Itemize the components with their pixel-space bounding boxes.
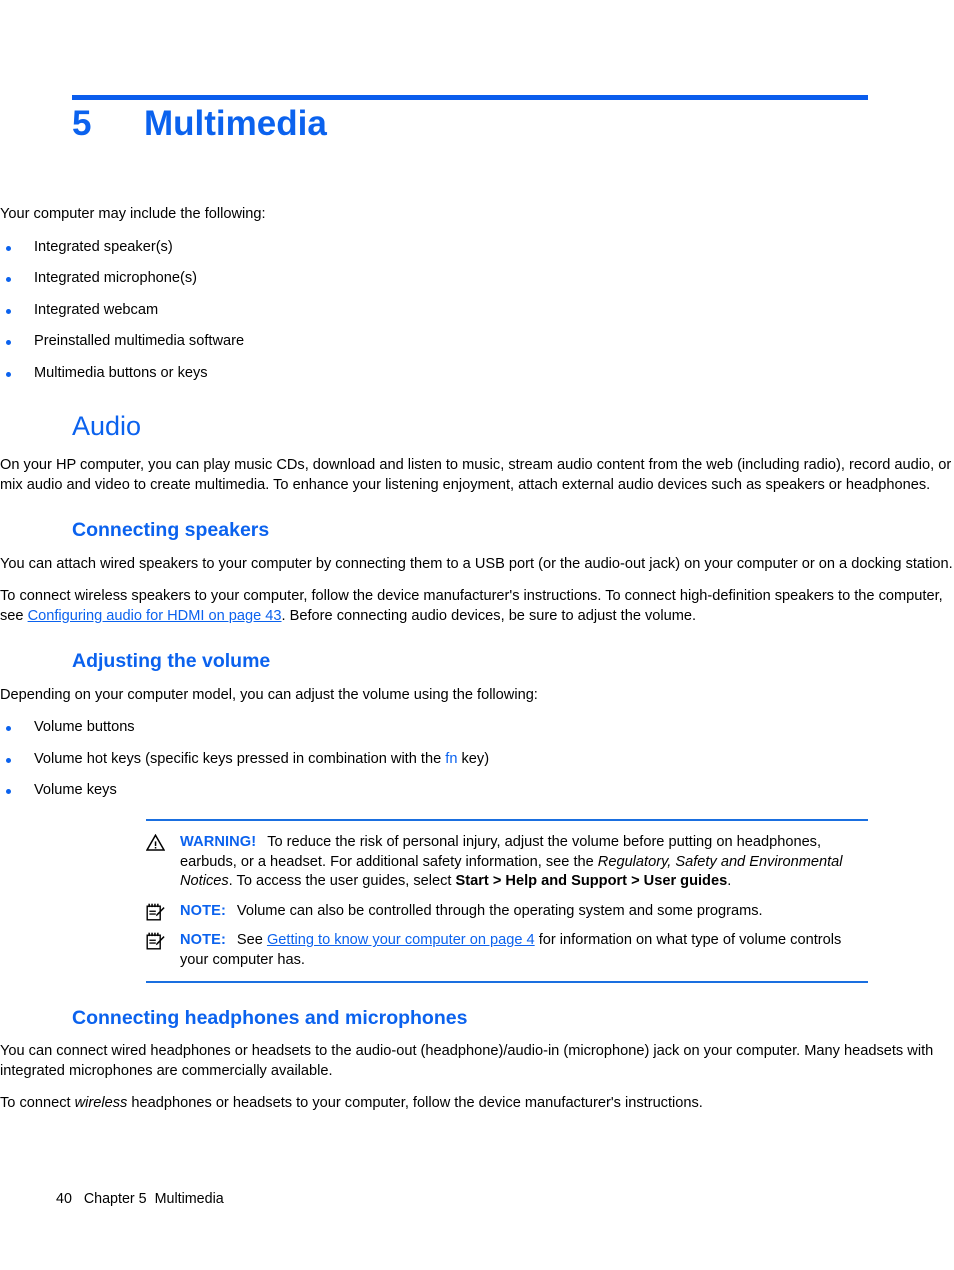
chapter-number: 5 bbox=[72, 104, 92, 143]
note-text: Volume can also be controlled through th… bbox=[236, 902, 763, 919]
text-fragment: To connect bbox=[0, 1095, 75, 1112]
intro-feature-list: Integrated speaker(s) Integrated microph… bbox=[0, 238, 954, 384]
intro-lead-paragraph: Your computer may include the following: bbox=[0, 206, 266, 222]
connecting-headphones-paragraph-1: You can connect wired headphones or head… bbox=[0, 1043, 934, 1079]
list-item: Volume hot keys (specific keys pressed i… bbox=[0, 750, 954, 770]
text-fragment: See bbox=[236, 932, 267, 949]
text-fragment: . bbox=[727, 873, 732, 890]
section-heading-adjusting-volume: Adjusting the volume bbox=[72, 650, 271, 673]
text-fragment: headphones or headsets to your computer,… bbox=[127, 1095, 703, 1112]
chapter-header: 5 Multimedia bbox=[72, 104, 872, 144]
link-configuring-audio-hdmi[interactable]: Configuring audio for HDMI on page 43 bbox=[28, 608, 282, 624]
note-label: NOTE: bbox=[180, 902, 226, 919]
warning-triangle-icon bbox=[145, 833, 168, 853]
callout-group: WARNING! To reduce the risk of personal i… bbox=[145, 819, 868, 983]
fn-key-label: fn bbox=[445, 750, 458, 767]
section-heading-connecting-headphones: Connecting headphones and microphones bbox=[72, 1006, 468, 1029]
list-item: Volume buttons bbox=[0, 718, 954, 738]
menu-path-text: Start > Help and Support > User guides bbox=[455, 873, 728, 890]
warning-label: WARNING! bbox=[180, 834, 257, 851]
page-title: Multimedia bbox=[144, 104, 327, 143]
note-callout-2: NOTE: See Getting to know your computer o… bbox=[146, 931, 868, 970]
note-callout-1: NOTE: Volume can also be controlled throu… bbox=[146, 902, 868, 922]
section-heading-audio: Audio bbox=[72, 410, 142, 441]
note-label: NOTE: bbox=[180, 932, 226, 949]
list-item: Preinstalled multimedia software bbox=[0, 332, 954, 352]
warning-callout: WARNING! To reduce the risk of personal i… bbox=[145, 833, 868, 892]
footer-page-number: 40 bbox=[56, 1191, 72, 1207]
text-fragment: . To access the user guides, select bbox=[228, 873, 456, 890]
chapter-top-rule bbox=[72, 95, 868, 100]
document-page: 5 Multimedia Your computer may include t… bbox=[0, 0, 954, 1270]
wireless-emphasis: wireless bbox=[74, 1095, 128, 1112]
list-item: Integrated speaker(s) bbox=[0, 238, 954, 258]
link-getting-to-know-your-computer[interactable]: Getting to know your computer on page 4 bbox=[267, 932, 535, 948]
note-pad-icon bbox=[146, 903, 168, 922]
section-heading-connecting-speakers: Connecting speakers bbox=[72, 519, 270, 542]
list-item: Integrated microphone(s) bbox=[0, 269, 954, 289]
connecting-speakers-paragraph-2: To connect wireless speakers to your com… bbox=[0, 587, 954, 626]
list-item: Multimedia buttons or keys bbox=[0, 364, 954, 384]
text-fragment: key) bbox=[457, 750, 490, 767]
volume-control-list: Volume buttons Volume hot keys (specific… bbox=[0, 718, 954, 801]
audio-paragraph: On your HP computer, you can play music … bbox=[0, 456, 952, 493]
page-footer: 40 Chapter 5 Multimedia bbox=[56, 1190, 224, 1208]
list-item: Volume keys bbox=[0, 781, 954, 801]
adjusting-volume-lead: Depending on your computer model, you ca… bbox=[0, 686, 538, 703]
page-content: Your computer may include the following:… bbox=[0, 205, 954, 1127]
list-item: Integrated webcam bbox=[0, 301, 954, 321]
footer-chapter-label: Chapter 5 bbox=[83, 1191, 147, 1207]
connecting-headphones-paragraph-2: To connect wireless headphones or headse… bbox=[0, 1094, 954, 1114]
connecting-speakers-paragraph-1: You can attach wired speakers to your co… bbox=[0, 555, 953, 572]
footer-chapter-title: Multimedia bbox=[154, 1191, 224, 1207]
text-fragment: . Before connecting audio devices, be su… bbox=[281, 607, 697, 624]
text-fragment: Volume hot keys (specific keys pressed i… bbox=[34, 750, 446, 767]
note-pad-icon bbox=[146, 932, 168, 951]
